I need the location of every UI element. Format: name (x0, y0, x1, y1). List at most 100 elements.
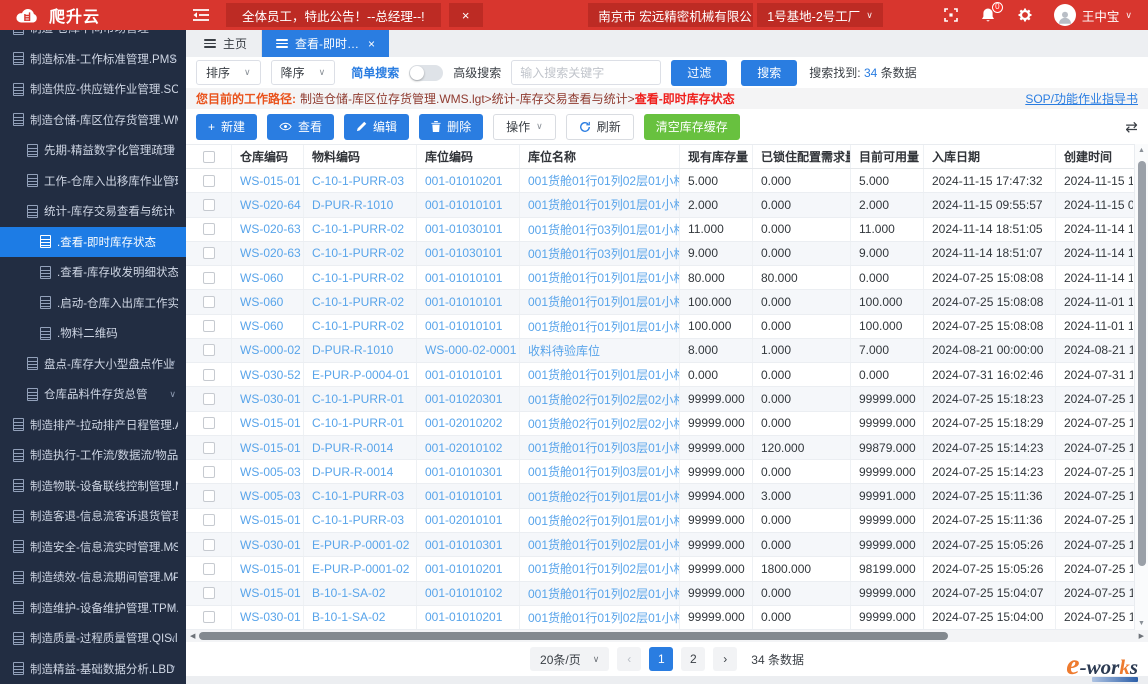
row-checkbox[interactable] (202, 562, 215, 575)
table-cell[interactable]: 001-01030101 (417, 217, 520, 241)
table-cell[interactable]: 001-01030101 (417, 241, 520, 266)
table-cell[interactable]: 001-01010201 (417, 557, 520, 581)
row-checkbox[interactable] (202, 320, 215, 333)
row-checkbox[interactable] (202, 295, 215, 308)
filter-button[interactable]: 过滤 (671, 59, 728, 86)
column-header[interactable]: 创建时间 (1056, 145, 1133, 168)
scroll-right-icon[interactable]: ▶ (1135, 632, 1148, 640)
scroll-left-icon[interactable]: ◀ (186, 632, 199, 640)
table-cell[interactable]: 001-01020301 (417, 387, 520, 411)
table-cell[interactable]: 001-01010301 (417, 460, 520, 484)
table-cell[interactable]: 001货舱01行01列01层01小格 (520, 363, 680, 387)
sidebar-item[interactable]: 统计-库存交易查看与统计 ∧ (0, 196, 186, 227)
table-row[interactable]: WS-005-03 C-10-1-PURR-03 001-01010101 001货舱… (186, 484, 1134, 509)
search-button[interactable]: 搜索 (741, 59, 798, 86)
table-cell[interactable]: B-10-1-SA-02 (304, 581, 417, 605)
fullscreen-icon[interactable] (943, 7, 960, 24)
row-checkbox[interactable] (202, 587, 215, 600)
row-checkbox[interactable] (202, 538, 215, 551)
row-checkbox[interactable] (202, 490, 215, 503)
sidebar-item[interactable]: 制造安全-信息流实时管理.MSM ∨ (0, 532, 186, 563)
table-cell[interactable]: 收料待验库位 (520, 338, 680, 363)
table-row[interactable]: WS-030-52 E-PUR-P-0004-01 001-01010101 001货… (186, 363, 1134, 388)
sidebar-item[interactable]: 制造精益-基础数据分析.LBD ∨ (0, 654, 186, 684)
table-cell[interactable]: WS-000-02 (232, 338, 304, 363)
table-cell[interactable]: WS-000-02-0001 (417, 338, 520, 363)
table-cell[interactable]: 001货舱01行01列02层01小格 (520, 557, 680, 581)
table-cell[interactable]: WS-005-03 (232, 484, 304, 508)
table-cell[interactable]: WS-020-64 (232, 193, 304, 217)
table-cell[interactable]: C-10-1-PURR-02 (304, 314, 417, 338)
refresh-button[interactable]: 刷新 (565, 113, 634, 140)
table-row[interactable]: WS-030-01 E-PUR-P-0001-02 001-01010301 001货… (186, 532, 1134, 558)
table-cell[interactable]: 001货舱01行01列02层01小格 (520, 581, 680, 605)
vertical-scrollbar[interactable]: ▲ ▼ (1134, 144, 1148, 630)
table-cell[interactable]: 001-02010202 (417, 411, 520, 435)
column-header[interactable]: 物料编码 (304, 145, 417, 168)
clear-cache-button[interactable]: 清空库存缓存 (643, 113, 740, 140)
row-checkbox[interactable] (202, 417, 215, 430)
column-header[interactable]: 仓库编码 (232, 145, 304, 168)
table-row[interactable]: WS-060 C-10-1-PURR-02 001-01010101 001货舱01行… (186, 290, 1134, 315)
row-checkbox[interactable] (202, 198, 215, 211)
table-cell[interactable]: 001-01010101 (417, 193, 520, 217)
table-row[interactable]: WS-060 C-10-1-PURR-02 001-01010101 001货舱01行… (186, 266, 1134, 291)
sidebar-item[interactable]: 制造-仓库中间市场管理 (0, 30, 186, 44)
sop-guide-link[interactable]: SOP/功能作业指导书 (1025, 90, 1138, 107)
sidebar-item[interactable]: 工作-仓库入出移库作业管理 ∨ (0, 166, 186, 197)
row-checkbox[interactable] (202, 611, 215, 624)
table-row[interactable]: WS-005-03 D-PUR-R-0014 001-01010301 001货舱01… (186, 460, 1134, 485)
page-button-2[interactable]: 2 (681, 647, 706, 671)
column-header[interactable]: 库位编码 (417, 145, 520, 168)
row-checkbox[interactable] (202, 393, 215, 406)
column-header[interactable]: 现有库存量 (680, 145, 753, 168)
sidebar-item[interactable]: 先期-精益数字化管理疏理 ∨ (0, 135, 186, 166)
table-cell[interactable]: 001货舱02行01列02层02小格 (520, 411, 680, 435)
table-row[interactable]: WS-020-63 C-10-1-PURR-02 001-01030101 001货舱… (186, 217, 1134, 242)
row-checkbox[interactable] (202, 368, 215, 381)
table-cell[interactable]: 001-01010101 (417, 290, 520, 314)
sidebar-item[interactable]: 仓库品料件存货总管 ∨ (0, 379, 186, 410)
table-cell[interactable]: C-10-1-PURR-03 (304, 484, 417, 508)
sidebar-item[interactable]: 制造质量-过程质量管理.QIS.lgt ∨ (0, 623, 186, 654)
table-cell[interactable]: WS-060 (232, 266, 304, 290)
table-cell[interactable]: D-PUR-R-0014 (304, 435, 417, 460)
table-cell[interactable]: 001-01010301 (417, 532, 520, 557)
table-cell[interactable]: 001货舱01行01列02层01小格 (520, 532, 680, 557)
table-cell[interactable]: WS-020-63 (232, 217, 304, 241)
table-cell[interactable]: 001-01010101 (417, 363, 520, 387)
table-cell[interactable]: C-10-1-PURR-02 (304, 241, 417, 266)
row-checkbox[interactable] (202, 441, 215, 454)
table-row[interactable]: WS-020-64 D-PUR-R-1010 001-01010101 001货舱01… (186, 193, 1134, 218)
collapse-sidebar-icon[interactable] (192, 8, 210, 22)
column-settings-icon[interactable]: ⇄ (1125, 118, 1138, 136)
sort-field-dropdown[interactable]: 排序 ∨ (196, 60, 261, 85)
table-cell[interactable]: C-10-1-PURR-02 (304, 266, 417, 290)
sidebar-item[interactable]: 制造物联-设备联线控制管理.MCS.iot (0, 471, 186, 502)
table-cell[interactable]: 001-01010101 (417, 484, 520, 508)
delete-button[interactable]: 删除 (419, 113, 484, 140)
operate-dropdown[interactable]: 操作 ∨ (493, 113, 556, 140)
table-row[interactable]: WS-020-63 C-10-1-PURR-02 001-01030101 001货舱… (186, 241, 1134, 267)
table-cell[interactable]: WS-015-01 (232, 581, 304, 605)
table-cell[interactable]: WS-015-01 (232, 169, 304, 193)
table-cell[interactable]: 001货舱01行01列02层01小格 (520, 605, 680, 630)
sidebar-item[interactable]: .物料二维码 (0, 318, 186, 349)
view-button[interactable]: 查看 (267, 113, 335, 140)
row-checkbox[interactable] (202, 344, 215, 357)
tab-close-icon[interactable]: × (368, 37, 375, 51)
row-checkbox[interactable] (202, 271, 215, 284)
table-cell[interactable]: 001-02010102 (417, 435, 520, 460)
table-cell[interactable]: WS-015-01 (232, 508, 304, 532)
column-header[interactable]: 入库日期 (924, 145, 1056, 168)
table-cell[interactable]: 001货舱02行01列02层02小格 (520, 387, 680, 411)
table-cell[interactable]: D-PUR-R-1010 (304, 193, 417, 217)
row-checkbox[interactable] (202, 247, 215, 260)
sort-order-dropdown[interactable]: 降序 ∨ (270, 60, 336, 85)
table-cell[interactable]: 001货舱01行01列01层01小格 (520, 314, 680, 338)
table-row[interactable]: WS-015-01 B-10-1-SA-02 001-01010102 001货舱01… (186, 581, 1134, 606)
select-all-checkbox[interactable] (202, 150, 215, 163)
table-cell[interactable]: E-PUR-P-0001-02 (304, 557, 417, 581)
table-cell[interactable]: C-10-1-PURR-03 (304, 169, 417, 193)
table-cell[interactable]: D-PUR-R-0014 (304, 460, 417, 484)
